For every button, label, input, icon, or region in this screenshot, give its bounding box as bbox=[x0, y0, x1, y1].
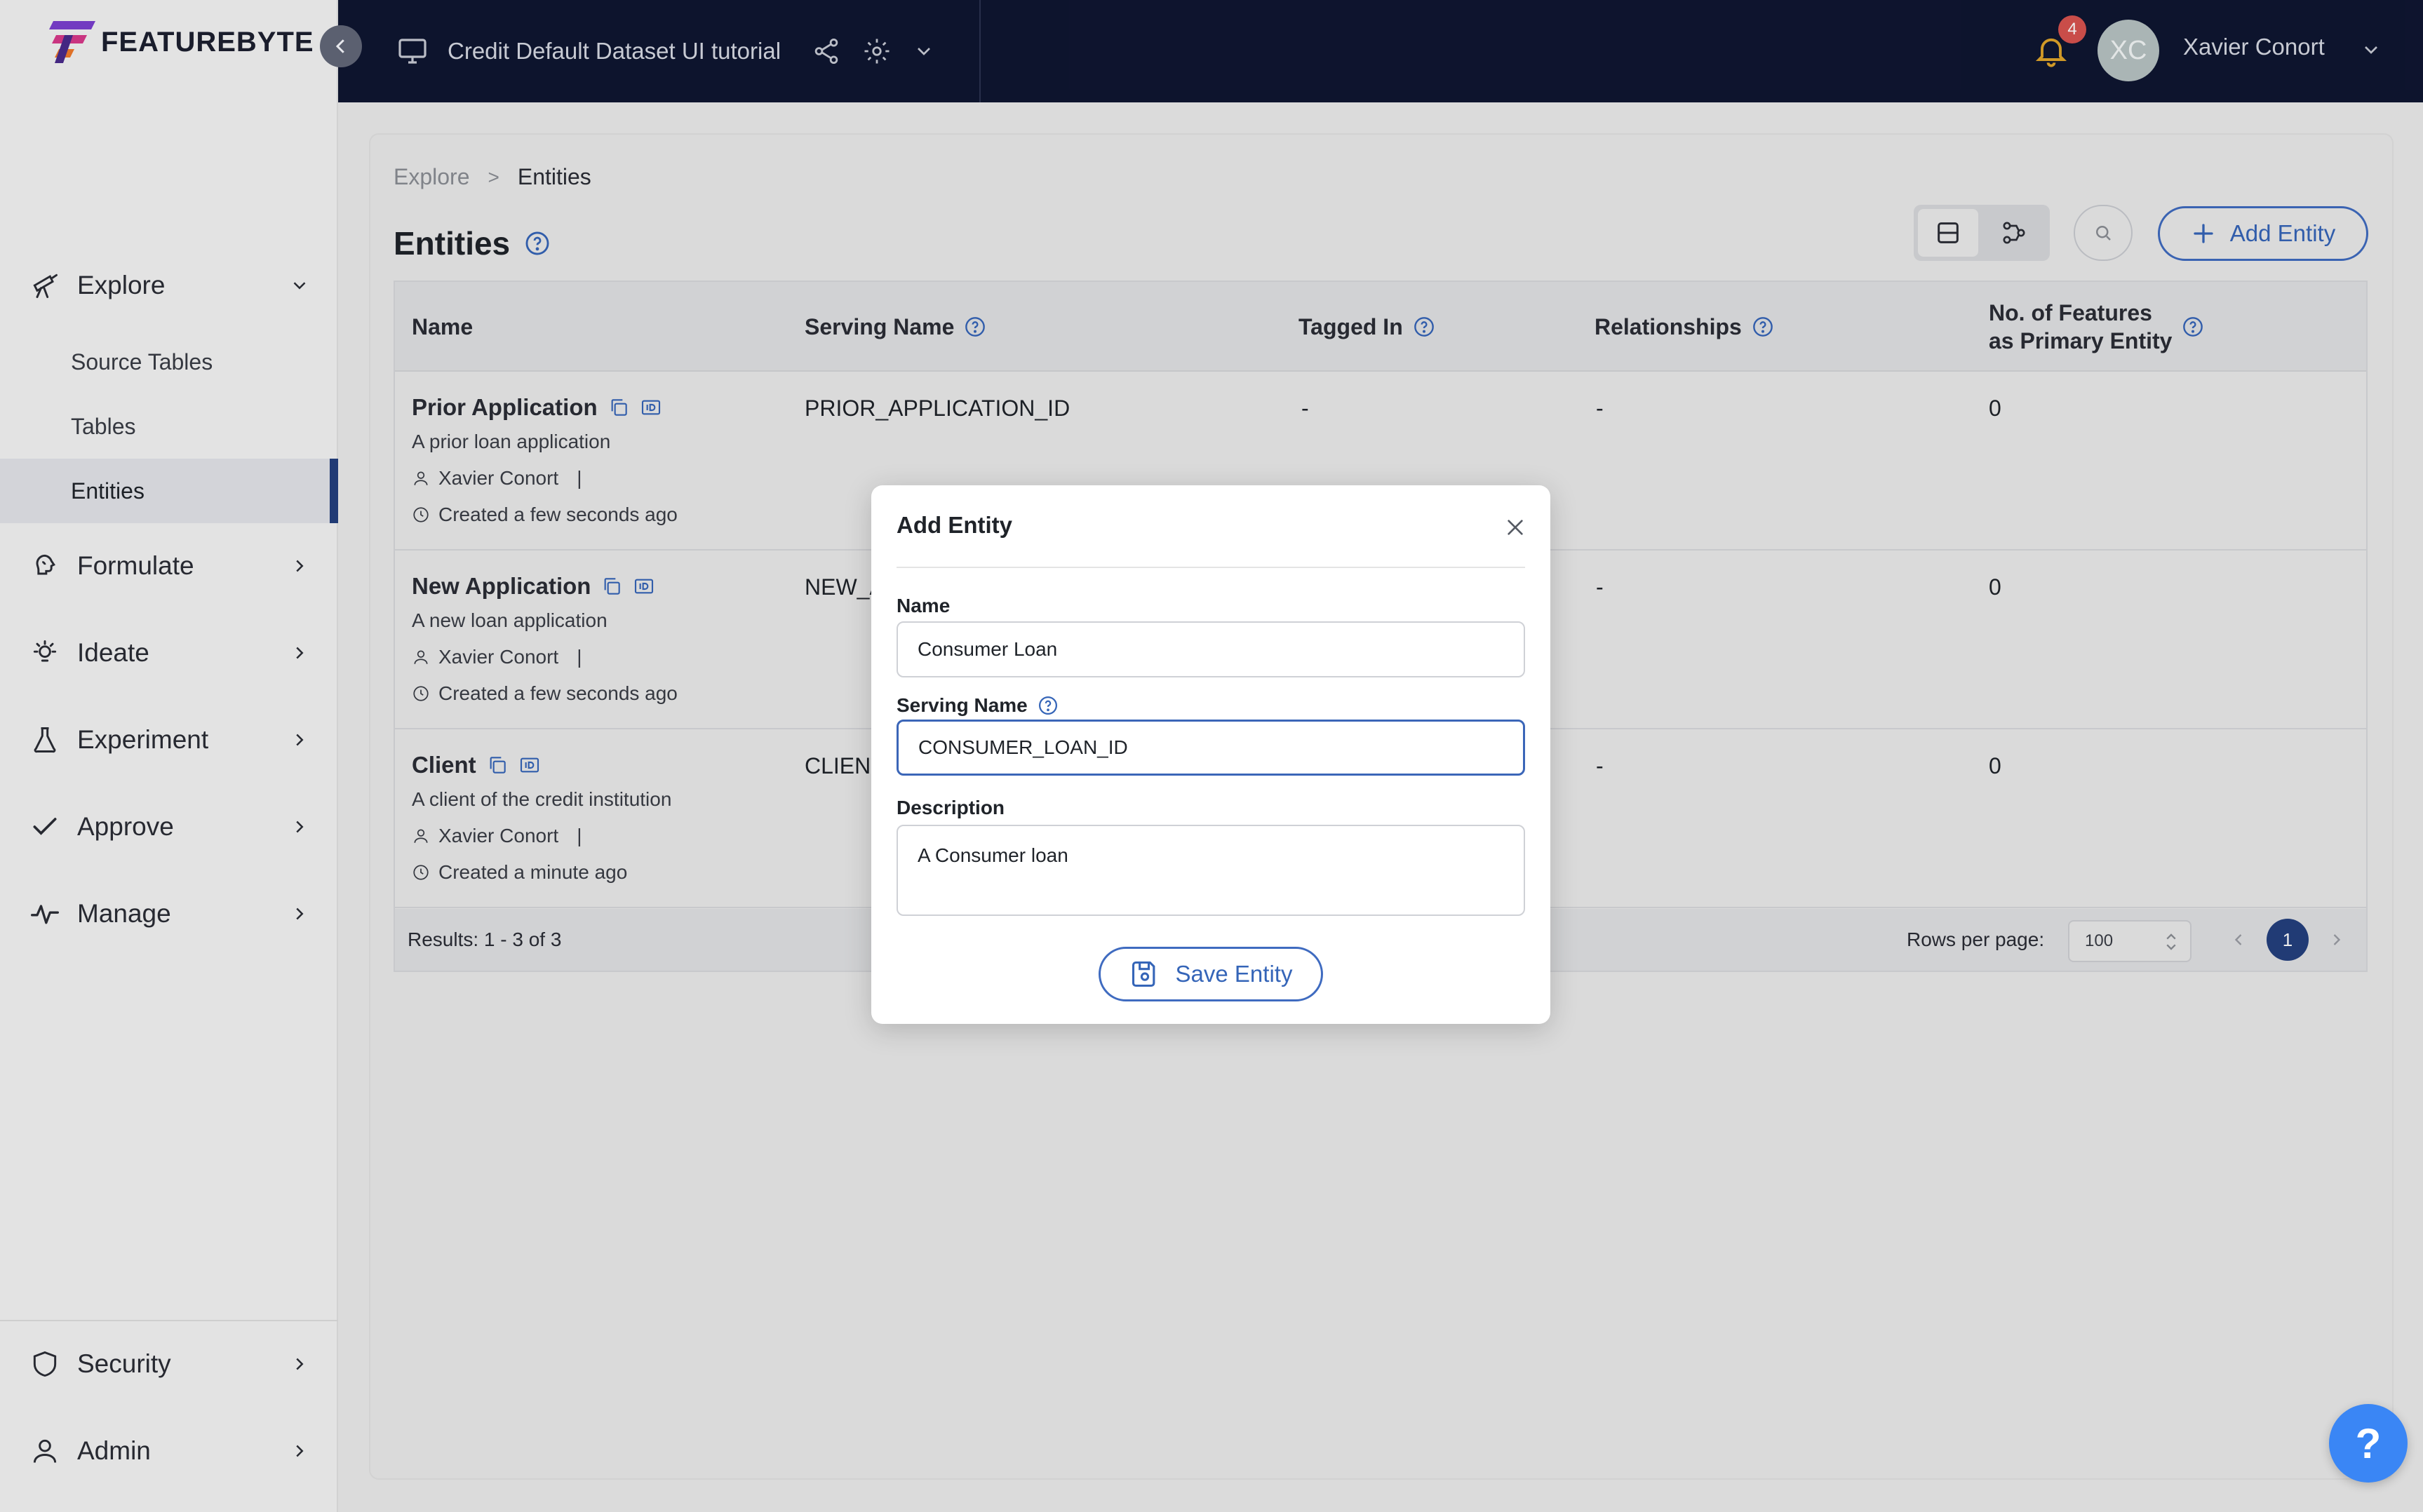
serving-name-input[interactable] bbox=[897, 720, 1525, 776]
chevron-left-icon bbox=[335, 39, 344, 53]
close-icon[interactable] bbox=[1504, 516, 1526, 539]
serving-name-field-label: Serving Name bbox=[897, 694, 1059, 717]
help-circle-icon[interactable] bbox=[1038, 695, 1059, 716]
modal-divider bbox=[897, 567, 1525, 568]
description-field-label: Description bbox=[897, 797, 1005, 818]
save-entity-label: Save Entity bbox=[1175, 961, 1293, 987]
help-button[interactable]: ? bbox=[2329, 1404, 2408, 1483]
modal-title: Add Entity bbox=[897, 512, 1012, 538]
sidebar-collapse-button[interactable] bbox=[320, 25, 362, 67]
add-entity-modal: Add Entity Name Serving Name Description… bbox=[871, 485, 1550, 1024]
save-entity-button[interactable]: Save Entity bbox=[1099, 947, 1323, 1001]
name-input[interactable] bbox=[897, 621, 1525, 677]
save-icon bbox=[1132, 961, 1155, 987]
name-field-label: Name bbox=[897, 595, 951, 616]
description-textarea[interactable]: A Consumer loan bbox=[897, 825, 1525, 916]
